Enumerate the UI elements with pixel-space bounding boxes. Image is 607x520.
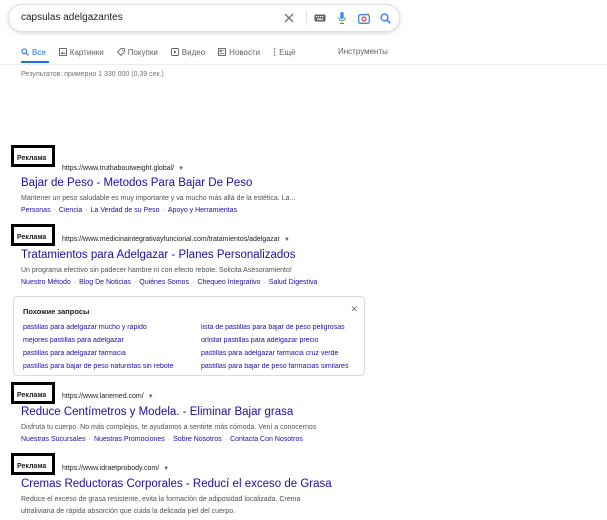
tab-images[interactable]: Картинки: [58, 40, 104, 64]
ad-description: Un programa efectivo sin padecer hambre …: [21, 267, 292, 274]
ad-title[interactable]: Reduce Centímetros y Modela. - Eliminar …: [21, 406, 293, 418]
tab-more[interactable]: Ещё: [273, 40, 296, 64]
search-icon: [21, 48, 29, 56]
search-tabs: Все Картинки Покупки Видео Новости Ещё: [21, 40, 309, 64]
sitelink[interactable]: Apoyo y Herramientas: [168, 207, 237, 214]
ad-url-text: https://www.medicinaintegrativayfunciona…: [62, 236, 280, 243]
ad-title[interactable]: Cremas Reductoras Corporales - Reducí el…: [21, 478, 332, 490]
related-link[interactable]: lista de pastillas para bajar de peso pe…: [201, 324, 354, 331]
sitelink[interactable]: Personas: [21, 207, 51, 214]
sitelink[interactable]: Ciencia: [59, 207, 82, 214]
ad-sitelinks: Nuestro Método · Blog De Noticias · Quiéne…: [21, 279, 318, 286]
ad-title[interactable]: Bajar de Peso - Metodos Para Bajar De Pe…: [21, 177, 252, 189]
related-link[interactable]: pastillas para adelgazar farmacia: [23, 350, 195, 357]
ad-description: Disfruta tu cuerpo. No más complejos, te…: [21, 424, 317, 431]
result-stats: Результатов: примерно 1 330 000 (0,39 се…: [21, 71, 164, 78]
ad-label: Реклама: [11, 382, 55, 404]
sitelink[interactable]: Sobre Nosotros: [173, 436, 222, 443]
ad-sitelinks: Nuestras Sucursales · Nuestras Promocione…: [21, 436, 303, 443]
tab-label: Видео: [181, 47, 206, 57]
ad-label: Реклама: [11, 453, 55, 475]
sitelink[interactable]: Blog De Noticias: [79, 279, 131, 286]
play-icon: [170, 48, 179, 56]
ad-url[interactable]: https://www.medicinaintegrativayfunciona…: [62, 236, 290, 243]
ad-description: ultraliviana de rápida absorción que cui…: [21, 508, 236, 515]
tab-news[interactable]: Новости: [218, 40, 260, 64]
sitelink[interactable]: Contacta Con Nosotros: [230, 436, 303, 443]
tab-shopping[interactable]: Покупки: [116, 40, 158, 64]
sitelink[interactable]: Nuestro Método: [21, 279, 71, 286]
keyboard-icon[interactable]: [312, 10, 328, 26]
ad-url[interactable]: https://www.truthaboutweight.global/▼: [62, 165, 184, 172]
caret-down-icon[interactable]: ▼: [284, 237, 290, 243]
more-vert-icon: [273, 48, 276, 56]
tab-videos[interactable]: Видео: [170, 40, 206, 64]
caret-down-icon[interactable]: ▼: [163, 466, 169, 472]
related-link[interactable]: pastillas para bajar de peso farmacias s…: [201, 363, 354, 370]
search-box: [8, 4, 400, 32]
search-icon[interactable]: [377, 10, 393, 26]
sitelink[interactable]: La Verdad de su Peso: [91, 207, 160, 214]
sitelink[interactable]: Nuestras Sucursales: [21, 436, 86, 443]
news-icon: [218, 48, 227, 56]
ad-url[interactable]: https://www.idraetprobody.com/▼: [62, 465, 169, 472]
active-tab-indicator: [21, 61, 49, 63]
close-icon[interactable]: ✕: [350, 304, 358, 315]
related-searches: Похожие запросы ✕ pastillas para adelgaz…: [13, 296, 365, 376]
ad-url-text: https://www.idraetprobody.com/: [62, 465, 160, 472]
tab-label: Новости: [229, 47, 261, 57]
sitelink[interactable]: Chequeo Integrativo: [197, 279, 260, 286]
ad-label: Реклама: [11, 224, 55, 246]
ad-url-text: https://www.lanemed.com/: [62, 393, 144, 400]
ad-url-text: https://www.truthaboutweight.global/: [62, 165, 175, 172]
tab-label: Картинки: [69, 47, 104, 57]
ad-description: Mantener un peso saludable es muy import…: [21, 195, 296, 202]
related-link[interactable]: pastillas para adelgazar mucho y rápido: [23, 324, 195, 331]
caret-down-icon[interactable]: ▼: [178, 166, 184, 172]
ad-label: Реклама: [11, 145, 55, 167]
tab-label: Ещё: [279, 47, 296, 57]
related-link[interactable]: orlistat pastillas para adelgazar precio: [201, 337, 354, 344]
sitelink[interactable]: Nuestras Promociones: [94, 436, 165, 443]
microphone-icon[interactable]: [334, 10, 350, 26]
ad-description: Reduce el exceso de grasa resistente, ev…: [21, 496, 301, 503]
ad-url[interactable]: https://www.lanemed.com/ ▼: [62, 393, 154, 400]
tools-button[interactable]: Инструменты: [338, 47, 388, 56]
caret-down-icon[interactable]: ▼: [148, 394, 154, 400]
sitelink[interactable]: Salud Digestiva: [269, 279, 318, 286]
tag-icon: [116, 48, 125, 56]
ad-sitelinks: Personas · Ciencia · La Verdad de su Peso ·…: [21, 207, 238, 214]
close-icon[interactable]: [281, 10, 297, 26]
related-link[interactable]: pastillas para bajar de peso naturistas …: [23, 363, 195, 370]
ad-title[interactable]: Tratamientos para Adelgazar - Planes Per…: [21, 249, 295, 261]
related-link[interactable]: mejores pastillas para adelgazar: [23, 337, 195, 344]
related-link[interactable]: pastillas para adelgazar farmacia cruz v…: [201, 350, 354, 357]
tab-label: Все: [32, 47, 46, 57]
camera-icon[interactable]: [356, 10, 372, 26]
tabs-divider: [0, 64, 607, 65]
image-icon: [58, 48, 67, 56]
sitelink[interactable]: Quiénes Somos: [139, 279, 189, 286]
related-title: Похожие запросы: [23, 307, 90, 316]
search-input[interactable]: [21, 9, 251, 26]
tab-label: Покупки: [127, 47, 158, 57]
search-divider: [306, 11, 307, 25]
